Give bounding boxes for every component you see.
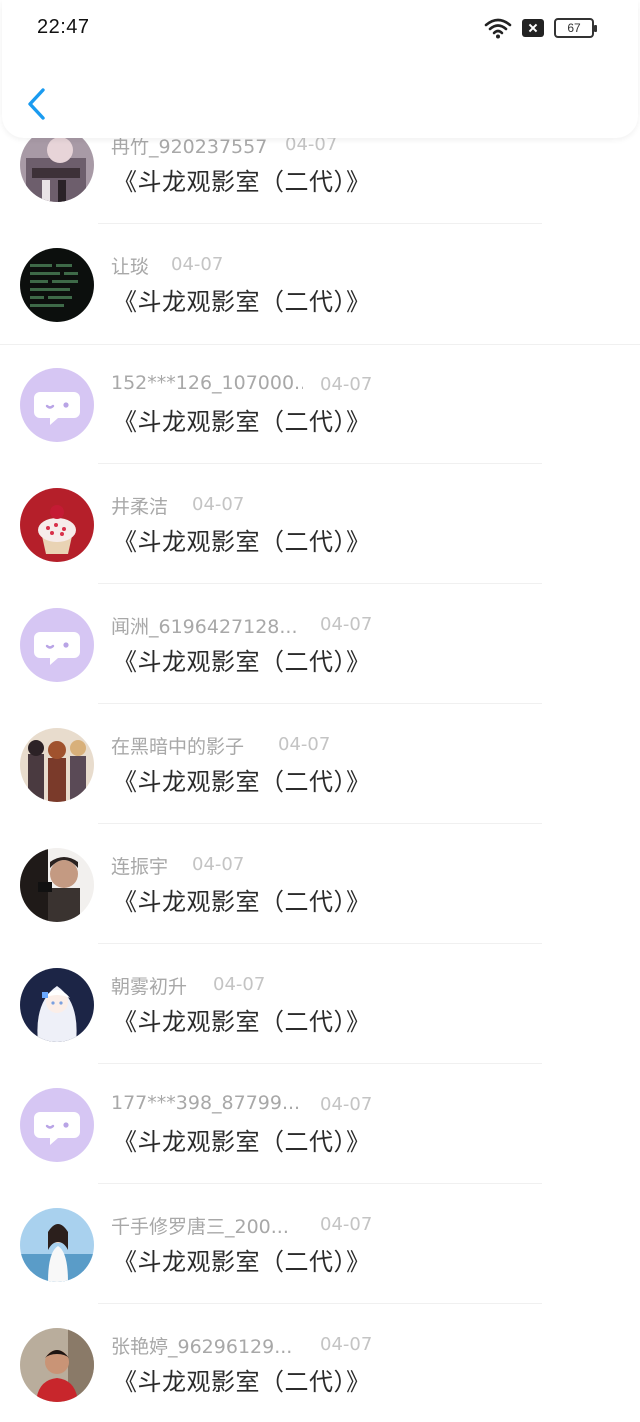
user-name: 井柔洁 [111, 496, 169, 518]
user-avatar[interactable] [20, 128, 94, 202]
message-text: 《斗龙观影室（二代）》 [113, 168, 371, 196]
date-label: 04-07 [320, 1094, 373, 1115]
default-chat-avatar-icon[interactable] [20, 1088, 94, 1162]
user-avatar[interactable] [20, 848, 94, 922]
user-avatar[interactable] [20, 728, 94, 802]
user-name: 177***398_87799... [111, 1092, 301, 1114]
top-bar: 22:47 67 [2, 0, 638, 138]
message-text: 《斗龙观影室（二代）》 [113, 648, 371, 676]
wifi-icon [484, 18, 512, 39]
user-name: 152***126_107000... [111, 372, 303, 394]
status-time: 22:47 [37, 16, 90, 38]
message-text: 《斗龙观影室（二代）》 [113, 1128, 371, 1156]
message-text: 《斗龙观影室（二代）》 [113, 408, 371, 436]
date-label: 04-07 [320, 374, 373, 395]
list-item[interactable]: 千手修罗唐三_200... 04-07 《斗龙观影室（二代）》 [0, 1184, 640, 1304]
user-name: 朝雾初升 [111, 976, 188, 998]
list-item[interactable]: 井柔洁 04-07 《斗龙观影室（二代）》 [0, 464, 640, 584]
message-text: 《斗龙观影室（二代）》 [113, 1008, 371, 1036]
status-icons: 67 [484, 16, 597, 40]
user-avatar[interactable] [20, 488, 94, 562]
date-label: 04-07 [171, 254, 224, 275]
date-label: 04-07 [213, 974, 266, 995]
back-arrow-icon[interactable] [24, 86, 50, 122]
date-label: 04-07 [320, 1214, 373, 1235]
message-text: 《斗龙观影室（二代）》 [113, 1248, 371, 1276]
message-list: 冉竹_920237557 04-07 《斗龙观影室（二代）》 让琰 04-07 … [0, 0, 640, 1422]
battery-icon: 67 [554, 18, 597, 38]
date-label: 04-07 [320, 1334, 373, 1355]
message-text: 《斗龙观影室（二代）》 [113, 288, 371, 316]
list-item[interactable]: 在黑暗中的影子 04-07 《斗龙观影室（二代）》 [0, 704, 640, 824]
default-chat-avatar-icon[interactable] [20, 608, 94, 682]
message-text: 《斗龙观影室（二代）》 [113, 768, 371, 796]
message-text: 《斗龙观影室（二代）》 [113, 1368, 371, 1396]
date-label: 04-07 [192, 854, 245, 875]
user-name: 在黑暗中的影子 [111, 736, 245, 758]
list-item[interactable]: 152***126_107000... 04-07 《斗龙观影室（二代）》 [0, 344, 640, 464]
date-label: 04-07 [278, 734, 331, 755]
date-label: 04-07 [320, 614, 373, 635]
list-item[interactable]: 177***398_87799... 04-07 《斗龙观影室（二代）》 [0, 1064, 640, 1184]
user-name: 让琰 [111, 256, 150, 278]
message-text: 《斗龙观影室（二代）》 [113, 528, 371, 556]
user-name: 张艳婷_96296129... [111, 1336, 293, 1358]
user-avatar[interactable] [20, 1328, 94, 1402]
list-item[interactable]: 朝雾初升 04-07 《斗龙观影室（二代）》 [0, 944, 640, 1064]
battery-level: 67 [567, 21, 581, 35]
list-item[interactable]: 张艳婷_96296129... 04-07 《斗龙观影室（二代）》 [0, 1304, 640, 1422]
list-item[interactable]: 让琰 04-07 《斗龙观影室（二代）》 [0, 224, 640, 344]
user-avatar[interactable] [20, 1208, 94, 1282]
default-chat-avatar-icon[interactable] [20, 368, 94, 442]
user-avatar[interactable] [20, 248, 94, 322]
user-avatar[interactable] [20, 968, 94, 1042]
user-name: 千手修罗唐三_200... [111, 1216, 289, 1238]
user-name: 连振宇 [111, 856, 169, 878]
user-name: 闻洲_6196427128... [111, 616, 298, 638]
message-text: 《斗龙观影室（二代）》 [113, 888, 371, 916]
date-label: 04-07 [192, 494, 245, 515]
no-sim-icon [522, 19, 544, 37]
list-item[interactable]: 连振宇 04-07 《斗龙观影室（二代）》 [0, 824, 640, 944]
list-item[interactable]: 闻洲_6196427128... 04-07 《斗龙观影室（二代）》 [0, 584, 640, 704]
